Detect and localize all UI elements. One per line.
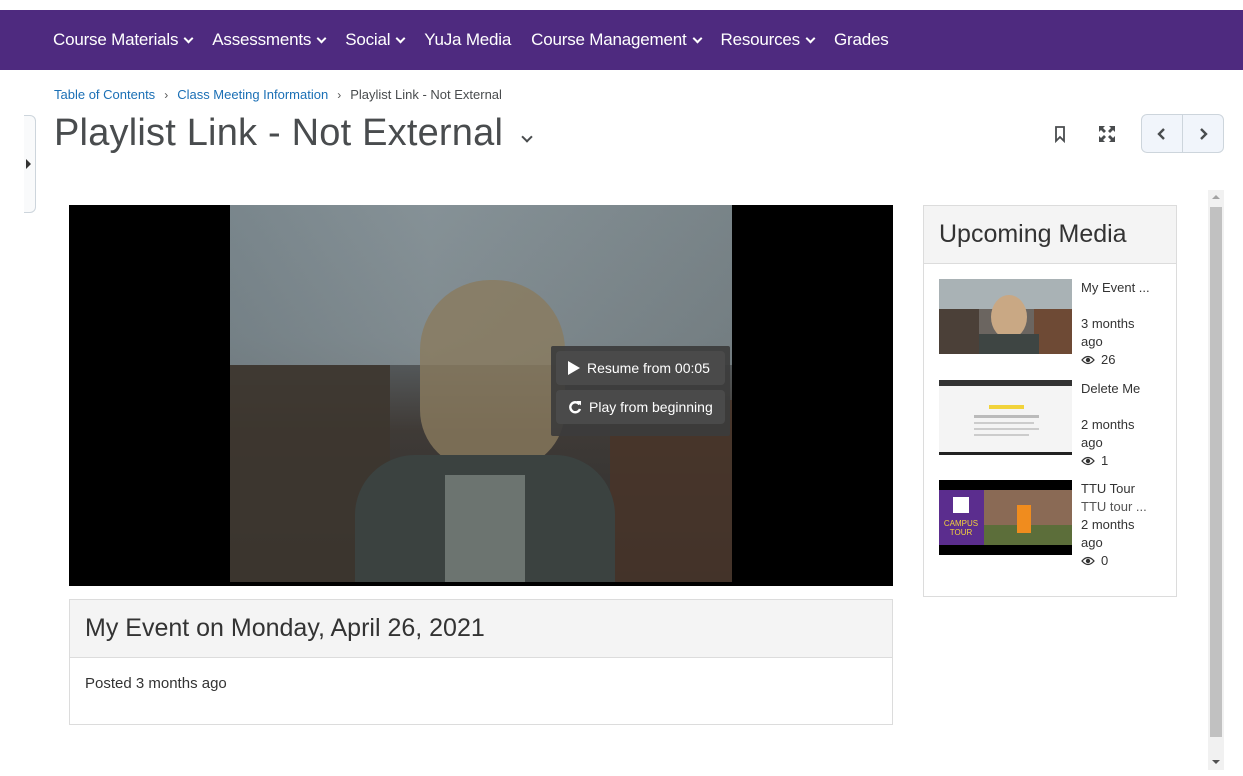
view-count: 1 xyxy=(1101,453,1109,468)
media-description xyxy=(1081,398,1171,416)
nav-label: Course Materials xyxy=(53,30,179,49)
nav-grades[interactable]: Grades xyxy=(834,30,889,50)
nav-assessments[interactable]: Assessments xyxy=(212,30,327,50)
restart-label: Play from beginning xyxy=(589,399,713,415)
media-info: Delete Me 2 months ago 1 xyxy=(1081,380,1171,470)
next-topic-button[interactable] xyxy=(1183,115,1223,152)
nav-label: Grades xyxy=(833,30,889,49)
resume-button[interactable]: Resume from 00:05 xyxy=(556,351,725,385)
side-panel-toggle[interactable] xyxy=(24,115,36,213)
eye-icon xyxy=(1081,456,1095,466)
scrollbar-thumb[interactable] xyxy=(1210,207,1222,737)
nav-resources[interactable]: Resources xyxy=(720,30,816,50)
view-count: 0 xyxy=(1101,553,1109,568)
media-title: Delete Me xyxy=(1081,381,1141,396)
scroll-down-arrow-icon[interactable] xyxy=(1212,760,1220,764)
bookmark-icon xyxy=(1055,126,1065,144)
video-player[interactable]: Resume from 00:05 Play from beginning xyxy=(69,205,893,586)
svg-text:CAMPUS: CAMPUS xyxy=(944,519,978,528)
eye-icon xyxy=(1081,556,1095,566)
resume-label: Resume from 00:05 xyxy=(587,360,710,376)
play-icon xyxy=(568,361,580,375)
media-thumbnail xyxy=(939,380,1072,455)
chevron-down-icon xyxy=(521,130,533,143)
breadcrumb-separator: › xyxy=(164,87,169,102)
play-from-beginning-button[interactable]: Play from beginning xyxy=(556,390,725,424)
media-age-suffix: ago xyxy=(1081,435,1103,450)
fullscreen-icon xyxy=(1099,126,1115,142)
event-info-card: My Event on Monday, April 26, 2021 Poste… xyxy=(69,599,893,725)
topic-navigation xyxy=(1141,114,1224,153)
chevron-down-icon xyxy=(692,33,702,43)
breadcrumb: Table of Contents › Class Meeting Inform… xyxy=(54,87,502,102)
caret-right-icon xyxy=(26,159,31,169)
chevron-left-icon xyxy=(1157,127,1165,140)
svg-text:TOUR: TOUR xyxy=(950,528,973,537)
media-title: My Event ... xyxy=(1081,280,1150,295)
media-title: TTU Tour xyxy=(1081,481,1135,496)
event-title: My Event on Monday, April 26, 2021 xyxy=(70,600,892,658)
chevron-down-icon xyxy=(805,33,816,43)
upcoming-media-title: Upcoming Media xyxy=(924,206,1176,264)
nav-label: Resources xyxy=(720,30,801,49)
nav-yuja-media[interactable]: YuJa Media xyxy=(424,30,511,50)
event-posted: Posted 3 months ago xyxy=(85,675,227,692)
eye-icon xyxy=(1081,355,1095,365)
upcoming-media-panel: Upcoming Media My Event ... 3 months ago… xyxy=(923,205,1177,597)
media-age: 3 months xyxy=(1081,316,1135,331)
page-title: Playlist Link - Not External xyxy=(54,112,504,154)
previous-topic-button[interactable] xyxy=(1142,115,1183,152)
nav-label: YuJa Media xyxy=(424,30,512,49)
nav-course-management[interactable]: Course Management xyxy=(531,30,702,50)
breadcrumb-current: Playlist Link - Not External xyxy=(350,87,502,102)
media-views: 26 xyxy=(1081,351,1171,369)
video-subject-head xyxy=(420,280,565,470)
vertical-scrollbar[interactable] xyxy=(1208,190,1224,770)
media-thumbnail xyxy=(939,279,1072,354)
chevron-down-icon xyxy=(183,33,194,43)
video-subject-shirt xyxy=(445,475,525,582)
chevron-down-icon xyxy=(395,33,406,43)
view-count: 26 xyxy=(1101,352,1116,367)
top-gap xyxy=(0,0,1243,10)
media-info: My Event ... 3 months ago 26 xyxy=(1081,279,1171,369)
breadcrumb-table-of-contents[interactable]: Table of Contents xyxy=(54,87,155,102)
scroll-up-arrow-icon[interactable] xyxy=(1212,195,1220,199)
media-thumbnail: CAMPUS TOUR xyxy=(939,480,1072,555)
media-description xyxy=(1081,297,1171,315)
resume-menu: Resume from 00:05 Play from beginning xyxy=(551,346,730,436)
nav-label: Social xyxy=(345,30,391,49)
media-views: 1 xyxy=(1081,452,1171,470)
nav-label: Assessments xyxy=(212,30,312,49)
bookmark-button[interactable] xyxy=(1050,124,1070,144)
video-frame: Resume from 00:05 Play from beginning xyxy=(230,205,732,582)
media-info: TTU Tour TTU tour ... 2 months ago 0 xyxy=(1081,480,1171,570)
nav-course-materials[interactable]: Course Materials xyxy=(53,30,194,50)
media-description: TTU tour ... xyxy=(1081,499,1147,514)
nav-label: Course Management xyxy=(531,30,687,49)
nav-social[interactable]: Social xyxy=(345,30,406,50)
chevron-right-icon xyxy=(1200,127,1208,140)
media-age: 2 months xyxy=(1081,517,1135,532)
breadcrumb-class-meeting-information[interactable]: Class Meeting Information xyxy=(177,87,328,102)
media-views: 0 xyxy=(1081,552,1171,570)
page-title-dropdown[interactable]: Playlist Link - Not External xyxy=(54,112,533,155)
chevron-down-icon xyxy=(316,33,327,43)
breadcrumb-separator: › xyxy=(337,87,342,102)
media-age-suffix: ago xyxy=(1081,535,1103,550)
media-age-suffix: ago xyxy=(1081,334,1103,349)
fullscreen-button[interactable] xyxy=(1097,124,1117,144)
course-navbar: Course Materials Assessments Social YuJa… xyxy=(0,10,1243,70)
media-age: 2 months xyxy=(1081,417,1135,432)
restart-icon xyxy=(569,401,582,414)
